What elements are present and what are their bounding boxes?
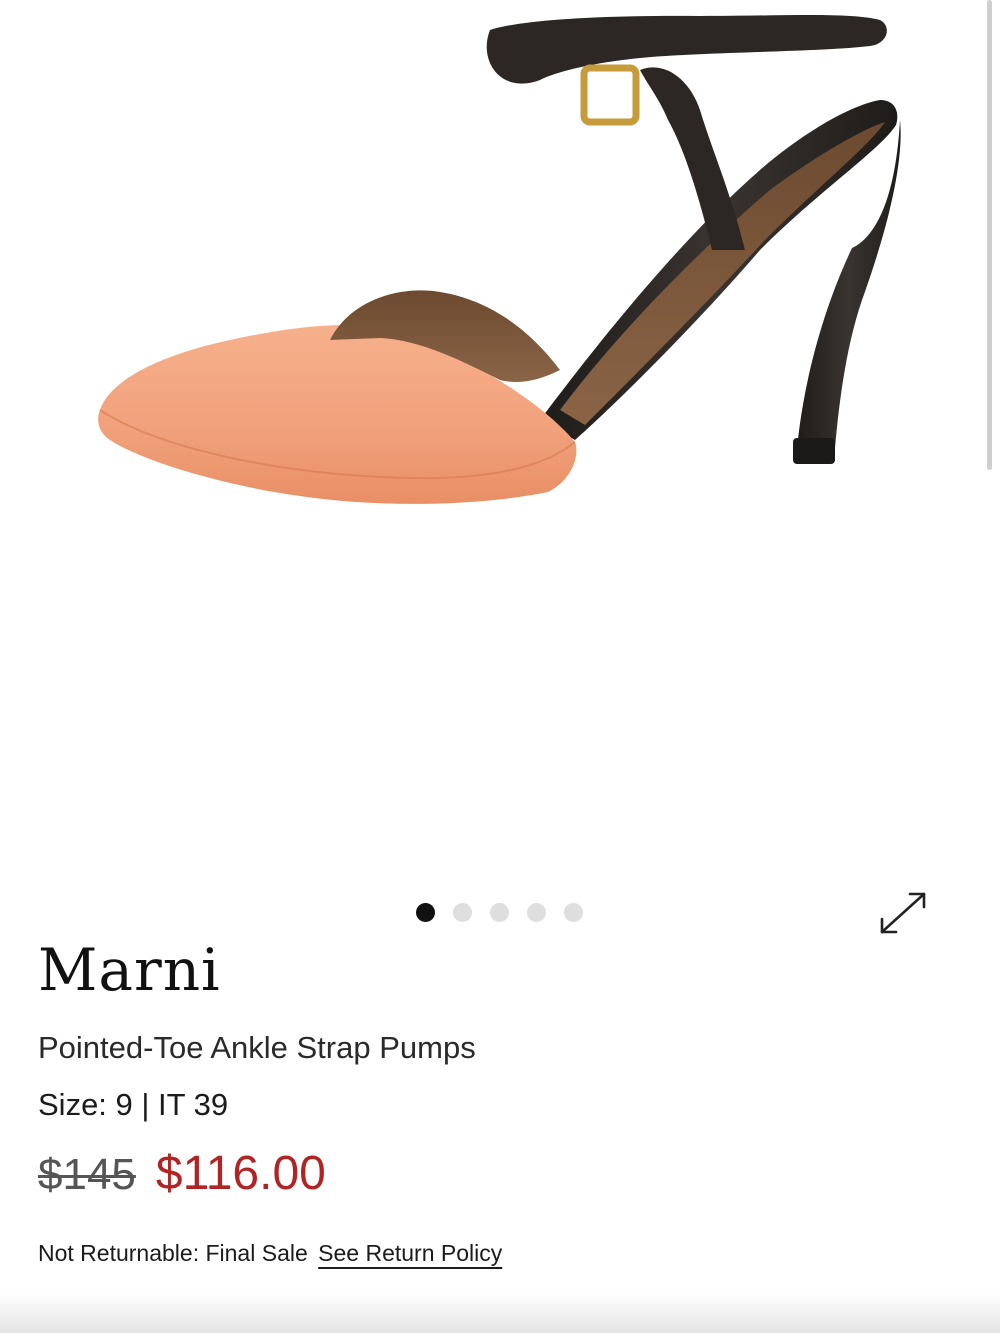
return-policy-link[interactable]: See Return Policy xyxy=(318,1240,502,1266)
expand-arrows-icon[interactable] xyxy=(874,888,930,940)
carousel-dot-4[interactable] xyxy=(527,903,546,922)
carousel-dot-2[interactable] xyxy=(453,903,472,922)
price-row: $145 $116.00 xyxy=(38,1146,326,1201)
carousel-dot-5[interactable] xyxy=(564,903,583,922)
shoe-illustration xyxy=(98,15,901,504)
carousel-dots xyxy=(416,903,583,922)
return-note: Not Returnable: Final Sale xyxy=(38,1240,308,1266)
sale-price: $116.00 xyxy=(155,1147,326,1200)
original-price: $145 xyxy=(38,1150,136,1199)
product-size: Size: 9 | IT 39 xyxy=(38,1087,229,1122)
product-title: Pointed-Toe Ankle Strap Pumps xyxy=(38,1030,476,1065)
brand-name[interactable]: Marni xyxy=(38,936,221,1006)
scrollbar[interactable] xyxy=(987,0,992,470)
bottom-fade xyxy=(0,1293,1000,1333)
product-image[interactable] xyxy=(0,0,1000,880)
carousel-dot-1[interactable] xyxy=(416,903,435,922)
carousel-dot-3[interactable] xyxy=(490,903,509,922)
return-policy-row: Not Returnable: Final Sale See Return Po… xyxy=(38,1240,502,1267)
